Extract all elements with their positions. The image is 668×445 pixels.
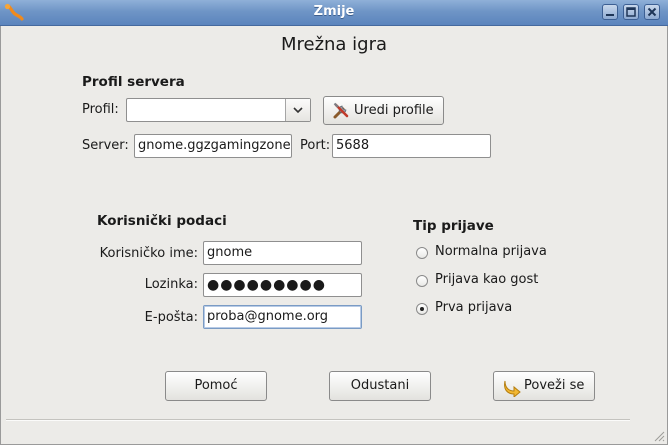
email-input[interactable]: proba@gnome.org bbox=[203, 305, 362, 329]
chevron-down-icon bbox=[293, 107, 303, 114]
maximize-icon bbox=[626, 7, 636, 17]
radio-guest-login[interactable]: Prijava kao gost bbox=[416, 272, 596, 292]
password-input[interactable]: ●●●●●●●●● bbox=[203, 273, 362, 297]
dialog-heading: Mrežna igra bbox=[280, 34, 388, 55]
profile-label: Profil: bbox=[82, 102, 119, 117]
tools-icon bbox=[333, 102, 349, 119]
radio-first-login-label: Prva prijava bbox=[435, 300, 513, 315]
edit-profiles-button[interactable]: Uredi profile bbox=[323, 96, 444, 125]
radio-button[interactable] bbox=[416, 275, 428, 287]
port-input[interactable]: 5688 bbox=[332, 134, 491, 158]
radio-normal-login[interactable]: Normalna prijava bbox=[416, 244, 596, 264]
username-input[interactable]: gnome bbox=[203, 241, 362, 265]
radio-button-selected[interactable] bbox=[416, 303, 428, 315]
window-title: Zmije bbox=[313, 4, 355, 19]
cancel-button[interactable]: Odustani bbox=[329, 371, 431, 401]
help-button[interactable]: Pomoć bbox=[165, 371, 267, 401]
resize-grip-icon[interactable] bbox=[653, 430, 665, 442]
radio-first-login[interactable]: Prva prijava bbox=[416, 300, 596, 320]
port-label: Port: bbox=[300, 138, 331, 153]
radio-button[interactable] bbox=[416, 247, 428, 259]
user-data-section-title: Korisnički podaci bbox=[97, 213, 227, 229]
minimize-icon bbox=[606, 14, 614, 16]
help-button-label: Pomoć bbox=[194, 378, 238, 393]
close-button[interactable] bbox=[644, 4, 660, 20]
server-label: Server: bbox=[82, 138, 129, 153]
minimize-button[interactable] bbox=[602, 4, 618, 20]
title-bar[interactable]: Zmije bbox=[0, 0, 668, 26]
combo-dropdown-button[interactable] bbox=[285, 99, 310, 121]
login-type-section-title: Tip prijave bbox=[413, 218, 494, 234]
connect-button-label: Poveži se bbox=[524, 378, 585, 393]
connect-arrow-icon bbox=[504, 380, 521, 397]
radio-guest-login-label: Prijava kao gost bbox=[435, 272, 539, 287]
email-label: E-pošta: bbox=[144, 310, 198, 325]
server-input[interactable]: gnome.ggzgamingzone bbox=[134, 134, 292, 158]
username-label: Korisničko ime: bbox=[99, 246, 198, 261]
profile-combo[interactable] bbox=[126, 98, 311, 122]
cancel-button-label: Odustani bbox=[350, 378, 410, 393]
password-label: Lozinka: bbox=[144, 277, 198, 292]
connect-button[interactable]: Poveži se bbox=[493, 371, 595, 401]
close-icon bbox=[647, 7, 657, 17]
radio-normal-login-label: Normalna prijava bbox=[435, 244, 547, 259]
edit-profiles-label: Uredi profile bbox=[354, 103, 434, 118]
server-profile-section-title: Profil servera bbox=[82, 74, 185, 90]
maximize-button[interactable] bbox=[623, 4, 639, 20]
status-separator bbox=[6, 419, 630, 421]
